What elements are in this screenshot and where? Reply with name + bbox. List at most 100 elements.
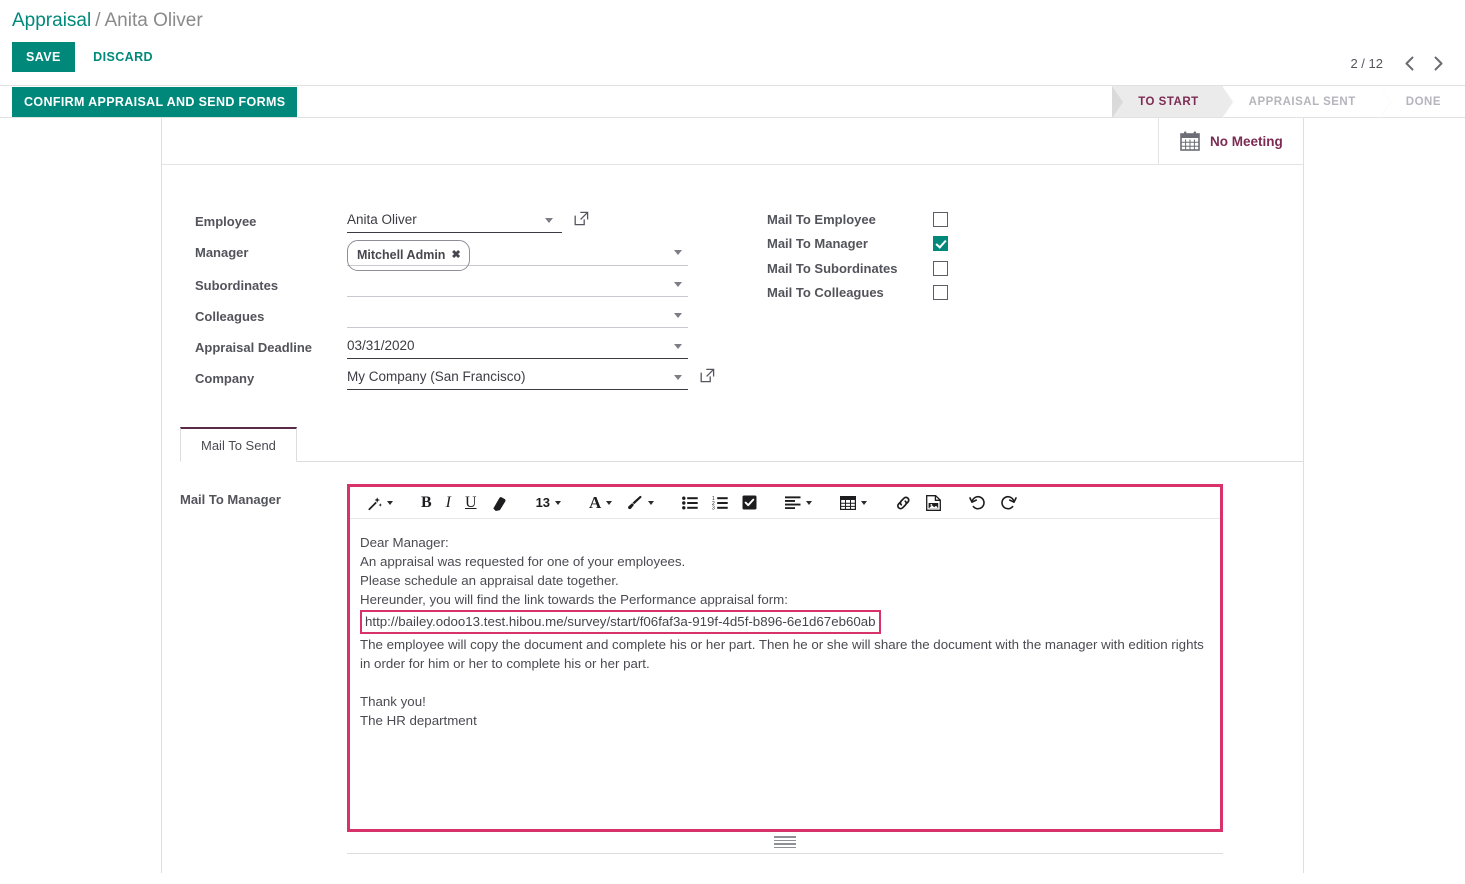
tab-mail-to-send[interactable]: Mail To Send [180,427,297,462]
paint-brush-icon[interactable] [619,488,661,518]
body-line-7: The HR department [360,713,477,728]
body-line-4: Hereunder, you will find the link toward… [360,592,788,607]
manager-tags-input[interactable]: Mitchell Admin ✖ [347,238,688,271]
save-button[interactable]: SAVE [12,42,75,72]
chevron-down-icon [806,500,813,505]
table-icon[interactable] [833,488,874,518]
field-label-mail-to-manager: Mail To Manager [180,492,281,507]
field-label-employee: Employee [195,214,257,229]
field-row-colleagues: Colleagues [195,302,732,328]
chevron-down-icon[interactable] [674,250,682,255]
breadcrumb: Appraisal / Anita Oliver [12,10,1465,32]
checkbox-mail-to-employee[interactable] [933,211,948,227]
numbered-list-icon[interactable]: 1 2 3 [705,488,735,518]
chevron-left-icon[interactable] [1396,50,1422,76]
checkbox-row-mail-to-subordinates: Mail To Subordinates [767,256,948,281]
html-editor: B I U 13 A 1 2 3 Dear Manager: An apprai… [347,484,1223,832]
body-link-line: http://bailey.odoo13.test.hibou.me/surve… [360,609,1206,635]
no-meeting-label: No Meeting [1210,133,1283,149]
undo-icon[interactable] [962,488,993,518]
company-input[interactable]: My Company (San Francisco) [347,364,688,390]
close-icon[interactable]: ✖ [451,242,460,268]
internal-link-icon-company[interactable] [700,368,717,385]
statusbar-stage-label: APPRAISAL SENT [1248,95,1356,108]
body-line-3: Please schedule an appraisal date togeth… [360,573,619,588]
editor-toolbar: B I U 13 A 1 2 3 [350,487,1220,519]
stage-right-arrow-inner [1221,86,1233,118]
chevron-down-icon[interactable] [545,218,553,223]
internal-link-icon-employee[interactable] [574,211,591,228]
checkbox-label-mail-to-colleagues: Mail To Colleagues [767,285,884,301]
stage-left-notch [1112,86,1124,118]
checkbox-mail-to-subordinates[interactable] [933,260,948,276]
eraser-icon[interactable] [484,488,515,518]
statusbar-stage-label: TO START [1138,95,1199,108]
chevron-down-icon[interactable] [674,313,682,318]
svg-text:3: 3 [712,505,715,509]
sheet-background: No Meeting Employee Anita Oliver Manager… [0,118,1465,873]
checkbox-list-icon[interactable] [735,488,764,518]
discard-button[interactable]: DISCARD [79,42,167,72]
checkbox-mail-to-manager[interactable] [933,236,948,252]
redo-icon[interactable] [993,488,1024,518]
editor-resize-handle[interactable] [774,836,796,850]
record-action-bar: SAVE DISCARD 2 / 12 [0,42,1465,86]
magic-wand-icon[interactable] [359,488,400,518]
statusbar-stage-appraisal-sent[interactable]: APPRAISAL SENT [1222,86,1391,118]
field-row-company: Company My Company (San Francisco) [195,364,732,390]
field-row-manager: Manager Mitchell Admin ✖ [195,238,732,271]
checkbox-row-mail-to-employee: Mail To Employee [767,207,948,232]
checkbox-row-mail-to-manager: Mail To Manager [767,232,948,257]
chevron-right-icon[interactable] [1425,50,1451,76]
status-action-row: CONFIRM APPRAISAL AND SEND FORMS TO STAR… [0,86,1465,118]
field-row-appraisal-deadline: Appraisal Deadline 03/31/2020 [195,333,732,359]
bold-button[interactable]: B [414,488,439,518]
breadcrumb-current: Anita Oliver [104,10,203,31]
confirm-appraisal-and-send-forms-button[interactable]: CONFIRM APPRAISAL AND SEND FORMS [12,87,298,117]
tab-content-mail-to-send: Mail To Manager B I U 13 A 1 2 3 Dear Ma… [180,462,1303,855]
chevron-down-icon [387,500,393,505]
toolbar-group-colors: A [582,488,661,518]
field-label-colleagues: Colleagues [195,309,265,324]
font-size-dropdown[interactable]: 13 [529,488,568,518]
italic-button[interactable]: I [439,488,458,518]
toolbar-group-lists: 1 2 3 [675,488,764,518]
no-meeting-stat-button[interactable]: No Meeting [1158,118,1303,164]
statusbar-stage-done[interactable]: DONE [1379,86,1465,118]
chevron-down-icon[interactable] [674,375,682,380]
statusbar-stage-to-start[interactable]: TO START [1112,86,1234,118]
field-value-subordinates [347,271,688,297]
body-line-6: Thank you! [360,694,426,709]
form-right-column: Mail To Employee Mail To Manager Mail To… [767,207,948,395]
image-icon[interactable] [919,488,948,518]
toolbar-group-history [962,488,1024,518]
body-line-1: Dear Manager: [360,535,449,550]
appraisal-deadline-input[interactable]: 03/31/2020 [347,333,688,359]
pager: 2 / 12 [1350,50,1451,76]
chevron-down-icon [648,500,655,505]
checkbox-mail-to-colleagues[interactable] [933,285,948,301]
chevron-down-icon[interactable] [674,344,682,349]
chevron-down-icon[interactable] [674,282,682,287]
bullet-list-icon[interactable] [675,488,705,518]
subordinates-tags-input[interactable] [347,271,688,297]
calendar-icon [1179,130,1201,152]
field-label-manager: Manager [195,245,249,260]
employee-input[interactable]: Anita Oliver [347,207,562,233]
form-sheet: No Meeting Employee Anita Oliver Manager… [161,118,1304,873]
stat-button-box: No Meeting [162,118,1303,165]
chevron-down-icon [555,500,562,505]
field-label-appraisal-deadline: Appraisal Deadline [195,340,313,355]
tag-mitchell-admin[interactable]: Mitchell Admin ✖ [347,240,470,271]
colleagues-tags-input[interactable] [347,302,688,328]
body-line-5: The employee will copy the document and … [360,637,1204,671]
survey-link[interactable]: http://bailey.odoo13.test.hibou.me/surve… [360,610,881,634]
align-left-icon[interactable] [778,488,819,518]
editor-body[interactable]: Dear Manager: An appraisal was requested… [350,519,1220,829]
notebook-tabs: Mail To Send [180,427,1303,462]
toolbar-group-style [359,488,400,518]
breadcrumb-root-link[interactable]: Appraisal [12,10,91,31]
underline-button[interactable]: U [458,488,484,518]
font-color-button[interactable]: A [582,488,619,518]
link-icon[interactable] [888,488,919,518]
